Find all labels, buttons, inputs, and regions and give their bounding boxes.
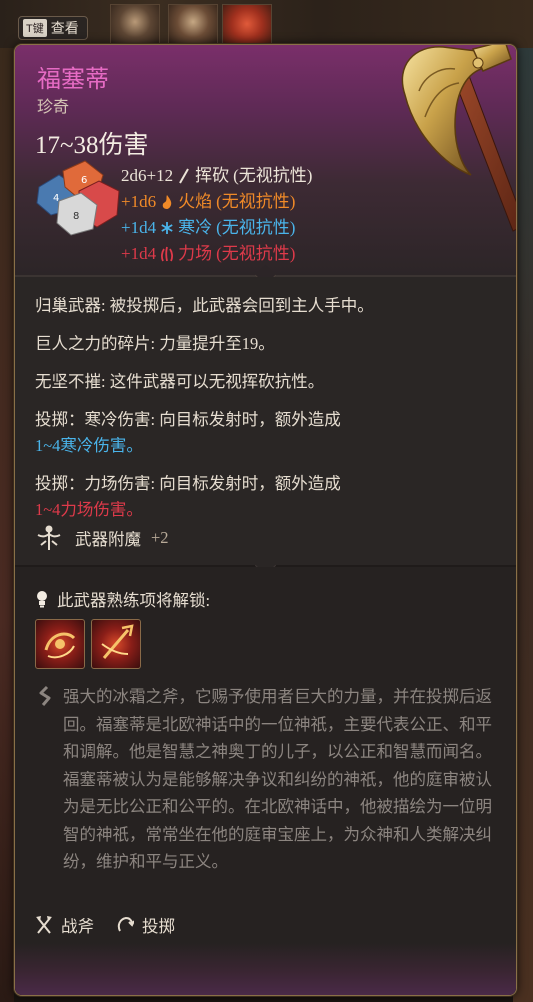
item-slot-icon[interactable] xyxy=(222,4,272,48)
weapon-enchantment: 武器附魔 +2 xyxy=(33,523,169,553)
properties-section: 归巢武器: 被投掷后，此武器会回到主人手中。 巨人之力的碎片: 力量提升至19。… xyxy=(15,277,516,565)
property-extra-damage: 1~4寒冷伤害。 xyxy=(35,436,143,455)
cleave-skill-icon xyxy=(44,632,76,659)
item-tooltip: 福塞蒂 珍奇 17~38伤害 4 6 8 2d6+12 挥砍 (无视抗性) +1… xyxy=(14,44,517,996)
property-returning: 归巢武器: 被投掷后，此武器会回到主人手中。 xyxy=(35,296,374,315)
damage-line-slashing: 2d6+12 挥砍 (无视抗性) xyxy=(121,163,312,189)
crossed-axes-icon xyxy=(36,916,52,934)
damage-note: (无视抗性) xyxy=(216,192,296,211)
damage-range: 17~38伤害 xyxy=(35,132,149,159)
skill-slot-1[interactable] xyxy=(35,619,85,669)
bulb-icon xyxy=(37,591,47,608)
property-text: 投掷：力场伤害: 向目标发射时，额外造成 xyxy=(35,474,341,493)
damage-breakdown: 2d6+12 挥砍 (无视抗性) +1d6 火焰 (无视抗性) +1d4 寒冷 … xyxy=(121,163,312,267)
damage-line-force: +1d4 力场 (无视抗性) xyxy=(121,241,312,267)
damage-note: (无视抗性) xyxy=(216,244,296,263)
skill-slot-2[interactable] xyxy=(91,619,141,669)
tag-thrown: 投掷 xyxy=(116,913,175,937)
property-text: 投掷：寒冷伤害: 向目标发射时，额外造成 xyxy=(35,410,341,429)
enchantment-icon xyxy=(37,525,61,550)
weapon-tags: 战斧 投掷 xyxy=(35,913,175,937)
svg-text:4: 4 xyxy=(53,193,59,204)
property-giant-strength: 巨人之力的碎片: 力量提升至19。 xyxy=(35,334,275,353)
enchantment-value: +2 xyxy=(151,528,169,547)
damage-type: 挥砍 xyxy=(195,166,230,185)
snowflake-icon xyxy=(160,220,174,236)
tag-battleaxe: 战斧 xyxy=(35,913,94,937)
damage-note: (无视抗性) xyxy=(216,218,296,237)
tag-label: 投掷 xyxy=(142,917,175,936)
dice-icon: 4 6 8 xyxy=(36,160,120,236)
inspect-label: 查看 xyxy=(50,20,79,36)
damage-note: (无视抗性) xyxy=(233,166,313,185)
damage-line-cold: +1d4 寒冷 (无视抗性) xyxy=(121,215,312,241)
damage-line-fire: +1d6 火焰 (无视抗性) xyxy=(121,189,312,215)
proficiency-unlock-label: 此武器熟练项将解锁: xyxy=(57,591,211,610)
key-cap: T键 xyxy=(23,19,47,37)
tooltip-bottom-band xyxy=(15,943,516,995)
property-extra-damage: 1~4力场伤害。 xyxy=(35,500,143,519)
damage-amount: 2d6+12 xyxy=(121,166,174,185)
damage-type: 力场 xyxy=(178,244,213,263)
property-thrown-cold: 投掷：寒冷伤害: 向目标发射时，额外造成 1~4寒冷伤害。 xyxy=(35,407,505,459)
party-portrait-2[interactable] xyxy=(168,4,218,48)
inspect-key-hint[interactable]: T键 查看 xyxy=(18,16,88,40)
background-left-edge xyxy=(0,48,14,1002)
damage-type: 火焰 xyxy=(178,192,213,211)
svg-text:6: 6 xyxy=(81,175,87,186)
damage-amount: +1d4 xyxy=(121,218,157,237)
battleaxe-image xyxy=(401,45,516,232)
damage-amount: +1d6 xyxy=(121,192,157,211)
slash-skill-icon xyxy=(101,624,134,659)
party-portrait-1[interactable] xyxy=(110,4,160,48)
force-icon xyxy=(160,246,174,262)
unlocked-skills xyxy=(35,619,141,669)
lore-quote-icon xyxy=(39,685,51,706)
item-description: 强大的冰霜之斧，它赐予使用者巨大的力量，并在投掷后返回。福塞蒂是北欧神话中的一位… xyxy=(63,687,492,871)
property-unstoppable: 无坚不摧: 这件武器可以无视挥砍抗性。 xyxy=(35,372,325,391)
item-rarity: 珍奇 xyxy=(37,99,70,116)
damage-amount: +1d4 xyxy=(121,244,157,263)
throw-icon xyxy=(117,916,134,932)
proficiency-section: 此武器熟练项将解锁: 强大的冰霜之斧，它赐予使用者巨大的力量，并在投掷后返回。福… xyxy=(15,567,516,995)
property-thrown-force: 投掷：力场伤害: 向目标发射时，额外造成 1~4力场伤害。 xyxy=(35,471,505,523)
damage-type: 寒冷 xyxy=(178,218,213,237)
property-list: 归巢武器: 被投掷后，此武器会回到主人手中。 巨人之力的碎片: 力量提升至19。… xyxy=(35,293,505,535)
item-name: 福塞蒂 xyxy=(37,67,109,93)
tag-label: 战斧 xyxy=(61,917,94,936)
svg-text:8: 8 xyxy=(73,211,79,222)
proficiency-unlock: 此武器熟练项将解锁: xyxy=(35,587,210,611)
slash-icon xyxy=(177,168,191,184)
fire-icon xyxy=(160,194,174,210)
enchantment-label: 武器附魔 xyxy=(75,530,141,549)
